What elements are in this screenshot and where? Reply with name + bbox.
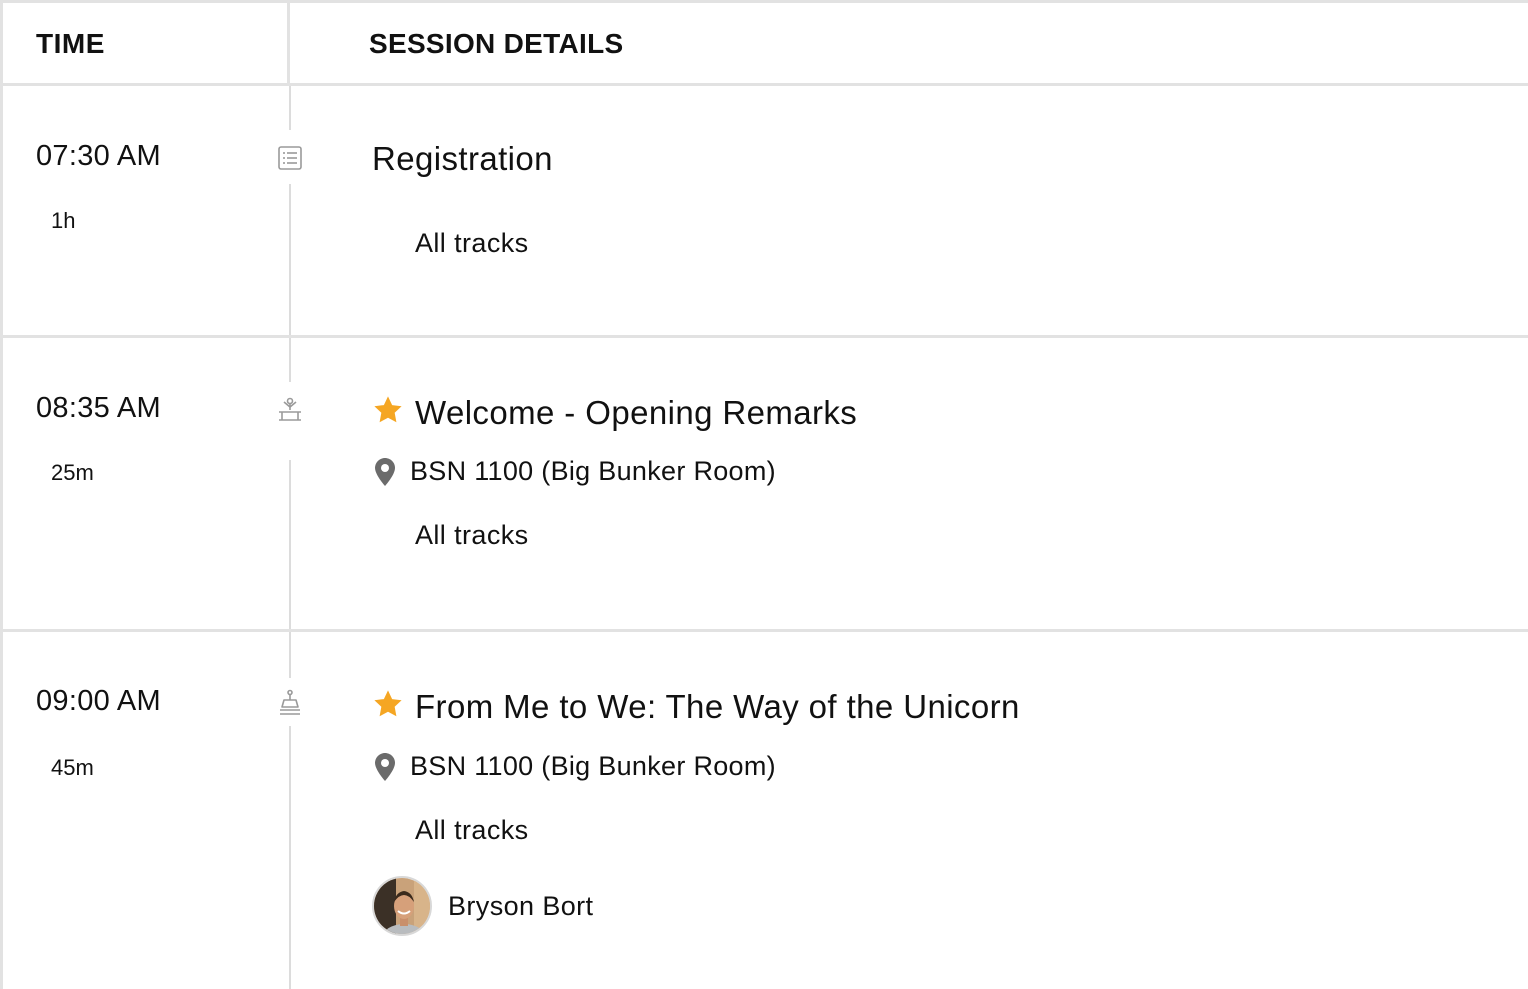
session-duration: 45m bbox=[51, 755, 94, 780]
session-tracks: All tracks bbox=[415, 520, 529, 550]
session-tracks: All tracks bbox=[415, 815, 529, 845]
speaker-avatar[interactable] bbox=[372, 876, 432, 936]
column-divider bbox=[287, 0, 290, 86]
timeline-line bbox=[289, 338, 291, 382]
speaker-chip[interactable]: Bryson Bort bbox=[372, 876, 593, 936]
timeline-line bbox=[289, 726, 291, 989]
session-row-unicorn[interactable]: 09:00 AM 45m From Me to We: The Way of t… bbox=[0, 632, 1528, 989]
table-header: TIME SESSION DETAILS bbox=[0, 0, 1528, 86]
session-time: 09:00 AM bbox=[36, 685, 161, 717]
session-duration: 25m bbox=[51, 460, 94, 485]
timeline-line bbox=[289, 632, 291, 678]
session-time: 08:35 AM bbox=[36, 392, 161, 424]
list-icon bbox=[278, 146, 302, 170]
session-row-registration[interactable]: 07:30 AM 1h Registration All tracks bbox=[0, 86, 1528, 338]
session-time: 07:30 AM bbox=[36, 140, 161, 172]
session-title[interactable]: Registration bbox=[372, 140, 553, 178]
time-column-header: TIME bbox=[36, 28, 105, 59]
session-title[interactable]: Welcome - Opening Remarks bbox=[415, 394, 857, 432]
session-row-welcome[interactable]: 08:35 AM 25m Welcome - Opening Remarks B… bbox=[0, 338, 1528, 632]
session-title[interactable]: From Me to We: The Way of the Unicorn bbox=[415, 688, 1020, 726]
session-duration: 1h bbox=[51, 208, 76, 233]
location-label: BSN 1100 (Big Bunker Room) bbox=[410, 751, 776, 781]
timeline-line bbox=[289, 86, 291, 130]
session-location: BSN 1100 (Big Bunker Room) bbox=[372, 456, 776, 487]
podium-icon bbox=[280, 689, 300, 715]
keynote-icon bbox=[279, 397, 301, 421]
location-label: BSN 1100 (Big Bunker Room) bbox=[410, 456, 776, 486]
speaker-name[interactable]: Bryson Bort bbox=[448, 891, 593, 922]
star-icon[interactable] bbox=[372, 688, 404, 720]
star-icon[interactable] bbox=[372, 394, 404, 426]
session-details-column-header: SESSION DETAILS bbox=[369, 28, 624, 59]
location-pin-icon bbox=[375, 457, 395, 486]
session-location: BSN 1100 (Big Bunker Room) bbox=[372, 751, 776, 782]
location-pin-icon bbox=[375, 752, 395, 781]
timeline-line bbox=[289, 460, 291, 629]
timeline-line bbox=[289, 184, 291, 335]
session-tracks: All tracks bbox=[415, 228, 529, 258]
